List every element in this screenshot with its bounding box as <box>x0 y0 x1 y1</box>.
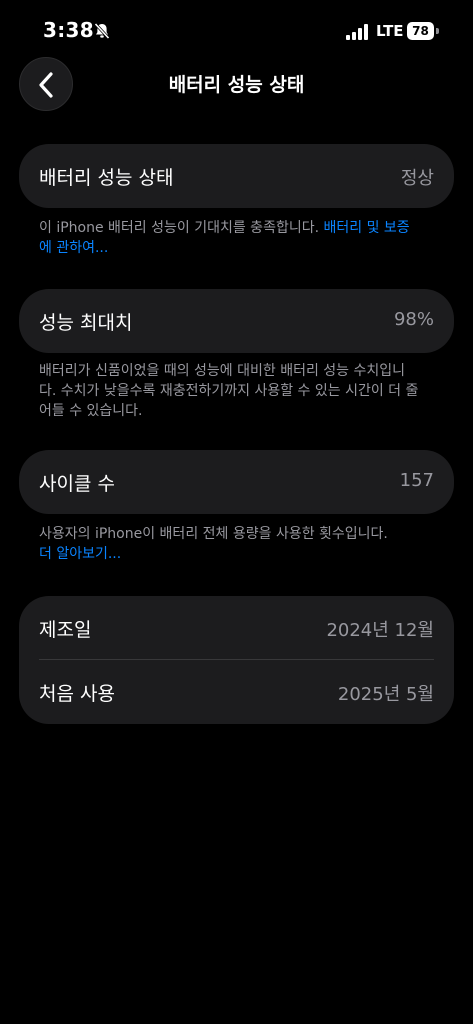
first-use-label: 처음 사용 <box>39 683 115 705</box>
cycle-count-footnote: 사용자의 iPhone이 배터리 전체 용량을 사용한 횟수입니다. 더 알아보… <box>39 524 419 564</box>
cycle-count-value: 157 <box>399 470 434 491</box>
cellular-signal-icon <box>346 24 370 40</box>
battery-health-value: 정상 <box>400 168 434 189</box>
battery-health-description: 이 iPhone 배터리 성능이 기대치를 충족합니다. <box>39 220 324 236</box>
maximum-capacity-row: 성능 최대치 98% <box>19 289 454 353</box>
battery-tip <box>436 28 439 34</box>
battery-health-row[interactable]: 배터리 성능 상태 정상 <box>19 144 454 208</box>
maximum-capacity-card: 성능 최대치 98% <box>19 289 454 353</box>
carrier-label: LTE <box>376 22 404 40</box>
cycle-count-description: 사용자의 iPhone이 배터리 전체 용량을 사용한 횟수입니다. <box>39 526 388 542</box>
page-title: 배터리 성능 상태 <box>168 74 305 96</box>
status-time: 3:38 <box>43 18 94 42</box>
learn-more-link[interactable]: 더 알아보기... <box>39 546 121 562</box>
bell-slash-icon <box>93 22 111 40</box>
maximum-capacity-label: 성능 최대치 <box>39 312 133 334</box>
cycle-count-label: 사이클 수 <box>39 473 115 495</box>
status-bar: 3:38 LTE 78 <box>0 0 473 60</box>
cycle-count-card: 사이클 수 157 <box>19 450 454 514</box>
battery-health-card[interactable]: 배터리 성능 상태 정상 <box>19 144 454 208</box>
battery-icon: 78 <box>407 22 434 40</box>
maximum-capacity-value: 98% <box>393 309 434 330</box>
dates-card: 제조일 2024년 12월 처음 사용 2025년 5월 <box>19 596 454 724</box>
first-use-row: 처음 사용 2025년 5월 <box>19 660 454 724</box>
battery-health-label: 배터리 성능 상태 <box>39 167 174 189</box>
battery-health-footnote: 이 iPhone 배터리 성능이 기대치를 충족합니다. 배터리 및 보증에 관… <box>39 218 419 258</box>
maximum-capacity-footnote: 배터리가 신품이었을 때의 성능에 대비한 배터리 성능 수치입니다. 수치가 … <box>39 363 419 419</box>
manufactured-label: 제조일 <box>39 619 92 641</box>
manufactured-value: 2024년 12월 <box>326 620 434 641</box>
first-use-value: 2025년 5월 <box>337 684 434 705</box>
cycle-count-row: 사이클 수 157 <box>19 450 454 514</box>
manufactured-row: 제조일 2024년 12월 <box>19 596 454 660</box>
